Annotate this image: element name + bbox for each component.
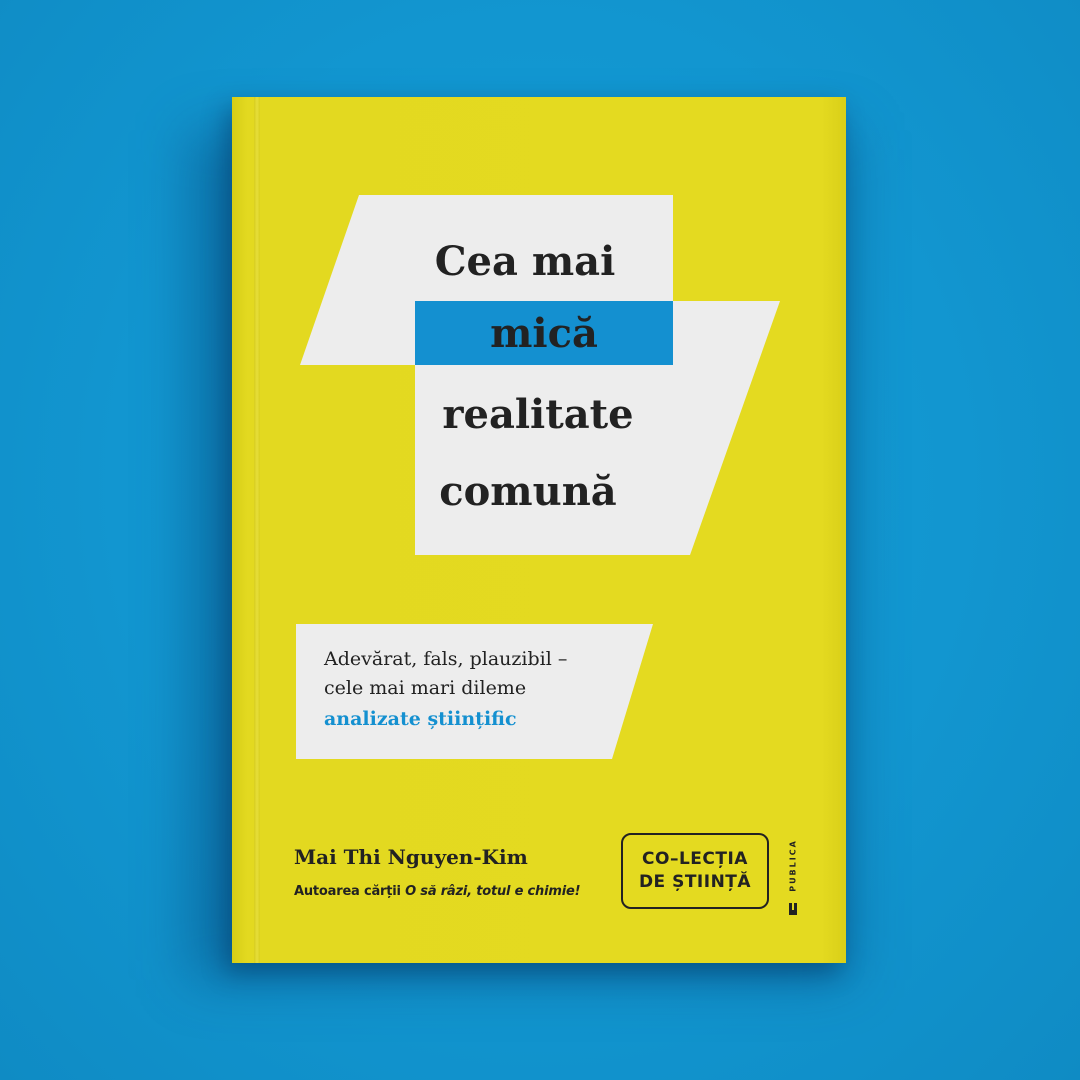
author-name: Mai Thi Nguyen-Kim [294, 845, 528, 869]
collection-line: CO–LECȚIA [642, 849, 748, 870]
subtitle-line-highlighted: analizate științific [324, 708, 517, 730]
title-line: comună [439, 468, 616, 515]
subtitle-line: cele mai mari dileme [324, 677, 526, 699]
subtitle-line: Adevărat, fals, plauzibil – [323, 648, 567, 670]
collection-badge: CO–LECȚIA DE ȘTIINȚĂ [621, 833, 769, 909]
publisher-name: PUBLICA [788, 839, 798, 892]
title-line-highlighted: mică [490, 310, 598, 357]
author-note: Autoarea cărții O să râzi, totul e chimi… [294, 884, 581, 899]
book-cover: Cea mai mică realitate comună Adevărat, … [232, 97, 846, 963]
author-note-book-title: O să râzi, totul e chimie! [405, 884, 581, 899]
collection-line: DE ȘTIINȚĂ [638, 872, 752, 892]
author-note-prefix: Autoarea cărții [294, 884, 406, 899]
title-line: realitate [442, 391, 633, 438]
publisher-mark-icon [789, 903, 797, 915]
publisher-logo: PUBLICA [785, 833, 805, 917]
title-line: Cea mai [435, 238, 616, 285]
